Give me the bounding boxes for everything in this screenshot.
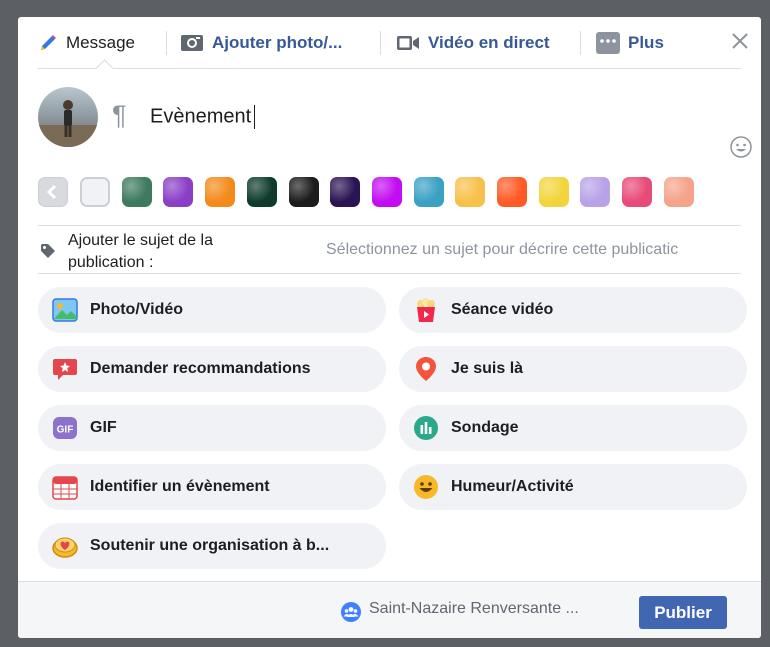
poll-icon	[414, 416, 438, 440]
calendar-icon	[52, 476, 78, 500]
swatch-lavender-dots[interactable]	[580, 177, 611, 207]
action-feeling[interactable]: Humeur/Activité	[399, 464, 747, 510]
swatch-teal-gradient[interactable]	[413, 177, 444, 207]
location-pin-icon	[416, 357, 436, 381]
action-label: Humeur/Activité	[451, 478, 574, 495]
composer-tabs: Message Ajouter photo/... Vidéo en direc…	[18, 17, 761, 68]
swatch-plain-white[interactable]	[80, 177, 110, 207]
composer-text: Evènement	[150, 105, 252, 128]
tab-message-label: Message	[66, 33, 135, 52]
swatch-orange-fruit[interactable]	[205, 177, 236, 207]
camera-icon	[181, 35, 203, 51]
close-icon[interactable]	[729, 31, 751, 53]
tab-message[interactable]: Message	[38, 32, 135, 54]
smiley-icon	[414, 475, 438, 499]
swatch-dark-green-sparkle[interactable]	[246, 177, 277, 207]
action-gif[interactable]: GIF GIF	[38, 405, 386, 451]
action-label: Demander recommandations	[90, 360, 311, 377]
action-recommendations[interactable]: Demander recommandations	[38, 346, 386, 392]
text-cursor	[254, 105, 256, 129]
video-camera-icon	[397, 36, 419, 50]
composer-footer: Saint-Nazaire Renversante ... Publier	[18, 581, 761, 638]
action-label: Photo/Vidéo	[90, 301, 184, 318]
topic-label: Ajouter le sujet de la publication :	[68, 232, 213, 271]
tab-add-photo[interactable]: Ajouter photo/...	[180, 32, 342, 54]
swatch-prev-button[interactable]	[38, 177, 68, 207]
recommendation-icon	[53, 359, 77, 380]
action-label: Sondage	[451, 419, 519, 436]
divider	[38, 273, 741, 274]
emoji-icon[interactable]	[730, 136, 752, 158]
swatch-pink-orange[interactable]	[622, 177, 653, 207]
action-support-nonprofit[interactable]: Soutenir une organisation à b...	[38, 523, 386, 569]
header-divider	[38, 68, 741, 69]
composer-input[interactable]: Evènement	[150, 105, 256, 129]
swatch-dark-purple[interactable]	[330, 177, 361, 207]
swatch-magenta[interactable]	[371, 177, 402, 207]
action-poll[interactable]: Sondage	[399, 405, 747, 451]
swatch-yellow-green[interactable]	[538, 177, 569, 207]
tab-divider	[166, 31, 167, 55]
create-post-dialog: Message Ajouter photo/... Vidéo en direc…	[18, 17, 761, 638]
tab-divider	[380, 31, 381, 55]
gif-icon: GIF	[53, 417, 77, 439]
action-label: Identifier un évènement	[90, 478, 270, 495]
topic-input[interactable]: Sélectionnez un sujet pour décrire cette…	[326, 241, 751, 259]
action-label: Soutenir une organisation à b...	[90, 537, 330, 554]
swatch-black[interactable]	[288, 177, 319, 207]
action-label: GIF	[90, 419, 117, 436]
more-dots-icon	[596, 32, 620, 54]
svg-text:GIF: GIF	[57, 425, 74, 436]
photo-icon	[52, 298, 78, 322]
action-check-in[interactable]: Je suis là	[399, 346, 747, 392]
action-tag-event[interactable]: Identifier un évènement	[38, 464, 386, 510]
audience-selector[interactable]: Saint-Nazaire Renversante ...	[369, 600, 579, 618]
popcorn-icon	[417, 298, 435, 322]
action-watch-party[interactable]: Séance vidéo	[399, 287, 747, 333]
pencil-icon	[41, 35, 56, 50]
swatch-green-texture[interactable]	[121, 177, 152, 207]
swatch-yellow-pattern[interactable]	[455, 177, 486, 207]
tab-more[interactable]: Plus	[596, 32, 664, 54]
action-label: Je suis là	[451, 360, 524, 377]
paragraph-icon: ¶	[112, 100, 127, 130]
tag-icon	[40, 243, 56, 259]
divider	[38, 225, 741, 226]
swatch-peach-coral[interactable]	[663, 177, 694, 207]
group-icon	[341, 602, 361, 622]
tab-divider	[580, 31, 581, 55]
swatch-orange-red[interactable]	[497, 177, 527, 207]
avatar[interactable]	[38, 87, 98, 147]
tab-live-video[interactable]: Vidéo en direct	[396, 32, 550, 54]
action-label: Séance vidéo	[451, 301, 554, 318]
chevron-left-icon	[46, 184, 57, 200]
tab-add-photo-label: Ajouter photo/...	[212, 33, 343, 52]
donate-heart-icon	[52, 537, 78, 558]
swatch-purple-blobs[interactable]	[163, 177, 194, 207]
publish-button[interactable]: Publier	[639, 596, 727, 629]
action-photo-video[interactable]: Photo/Vidéo	[38, 287, 386, 333]
tab-live-video-label: Vidéo en direct	[428, 33, 550, 52]
tab-more-label: Plus	[628, 33, 664, 52]
